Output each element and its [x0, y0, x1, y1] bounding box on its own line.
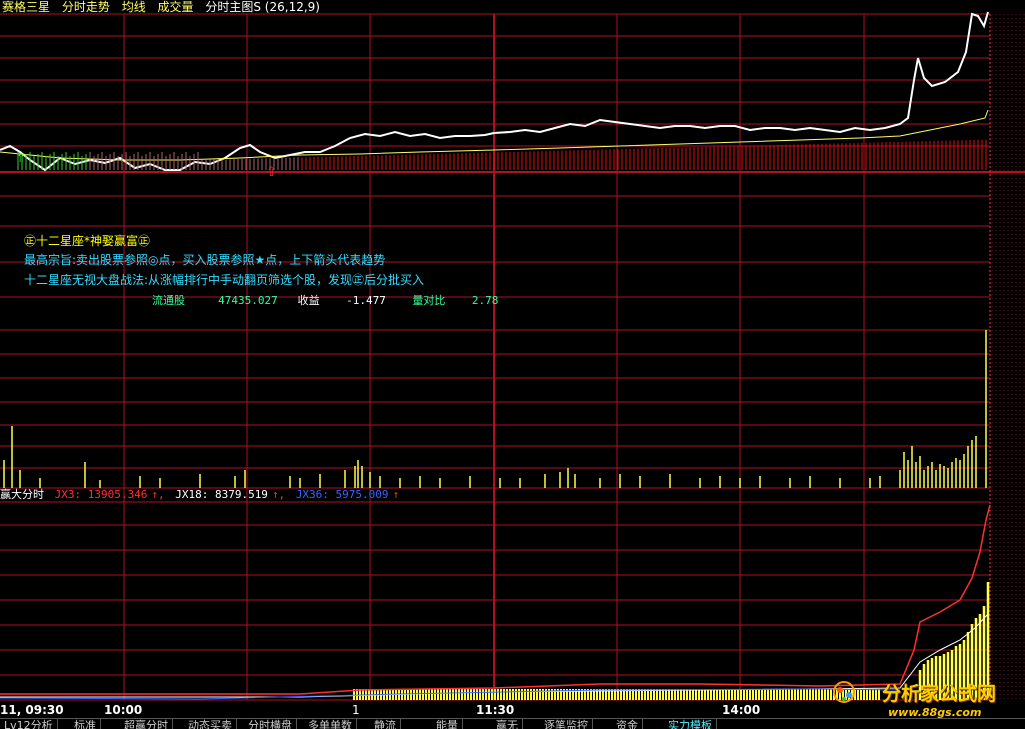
watermark-site: 分析家公式网 [882, 683, 997, 705]
float-value: 47435.027 [218, 294, 278, 307]
up-arrow-icon: ⇑ [16, 151, 26, 165]
watermark-url: www.88gs.com [888, 706, 982, 719]
x-label-start: 11, 09:30 [0, 703, 64, 717]
x-label-1130: 11:30 [476, 703, 515, 717]
stock-stats: 流通股 47435.027 收益 -1.477 量对比 2.78 [152, 294, 498, 308]
info-title: ㊣十二星座*神娶赢富㊣ [24, 234, 151, 248]
x-label-1000: 10:00 [104, 703, 143, 717]
chart-grid: ⇑⇧ [0, 11, 1025, 701]
header-item-avg: 均线 [121, 0, 146, 14]
up-arrow-icon: ↑, [271, 488, 286, 501]
info-line-1: 最高宗旨:卖出股票参照◎点，买入股票参照★点，上下箭头代表趋势 [24, 253, 386, 267]
watermark-logo: 分析家公式网 www.88gs.com [822, 676, 1022, 722]
indicator-jx36: JX36: 5975.009 [295, 488, 389, 501]
ratio-label: 量对比 [412, 294, 446, 307]
up-arrow-icon: ↑ [392, 488, 400, 501]
up-arrow-icon: ⇧ [266, 165, 277, 180]
chart-stage[interactable]: ⇑ ⇧ 赛格三星 分时走势 均线 成交量 分时主图S (26,12,9) ㊣十二星… [0, 0, 1025, 729]
chart-header: 赛格三星 分时走势 均线 成交量 分时主图S (26,12,9) [2, 0, 328, 14]
indicator-header: 赢大分时 JX3: 13905.346 ↑, JX18: 8379.519 ↑, J… [0, 488, 403, 502]
float-label: 流通股 [152, 294, 185, 307]
eps-value: -1.477 [346, 294, 386, 307]
x-label-1400: 14:00 [722, 703, 761, 717]
indicator-name: 赢大分时 [0, 488, 44, 501]
up-arrow-icon: ↑, [151, 488, 165, 501]
ratio-value: 2.78 [471, 294, 499, 307]
stock-name: 赛格三星 [2, 0, 51, 14]
info-line-2: 十二星座无视大盘战法:从涨幅排行中手动翻页筛选个股，发现㊣后分批买入 [24, 273, 425, 287]
header-item-trend: 分时走势 [61, 0, 110, 14]
indicator-jx18: JX18: 8379.519 [175, 488, 268, 501]
header-item-volume: 成交量 [157, 0, 194, 14]
x-label-mid: 1 [352, 703, 360, 717]
header-item-main-indicator: 分时主图S (26,12,9) [205, 0, 320, 14]
indicator-jx3: JX3: 13905.346 [54, 488, 148, 501]
eps-label: 收益 [297, 294, 320, 307]
